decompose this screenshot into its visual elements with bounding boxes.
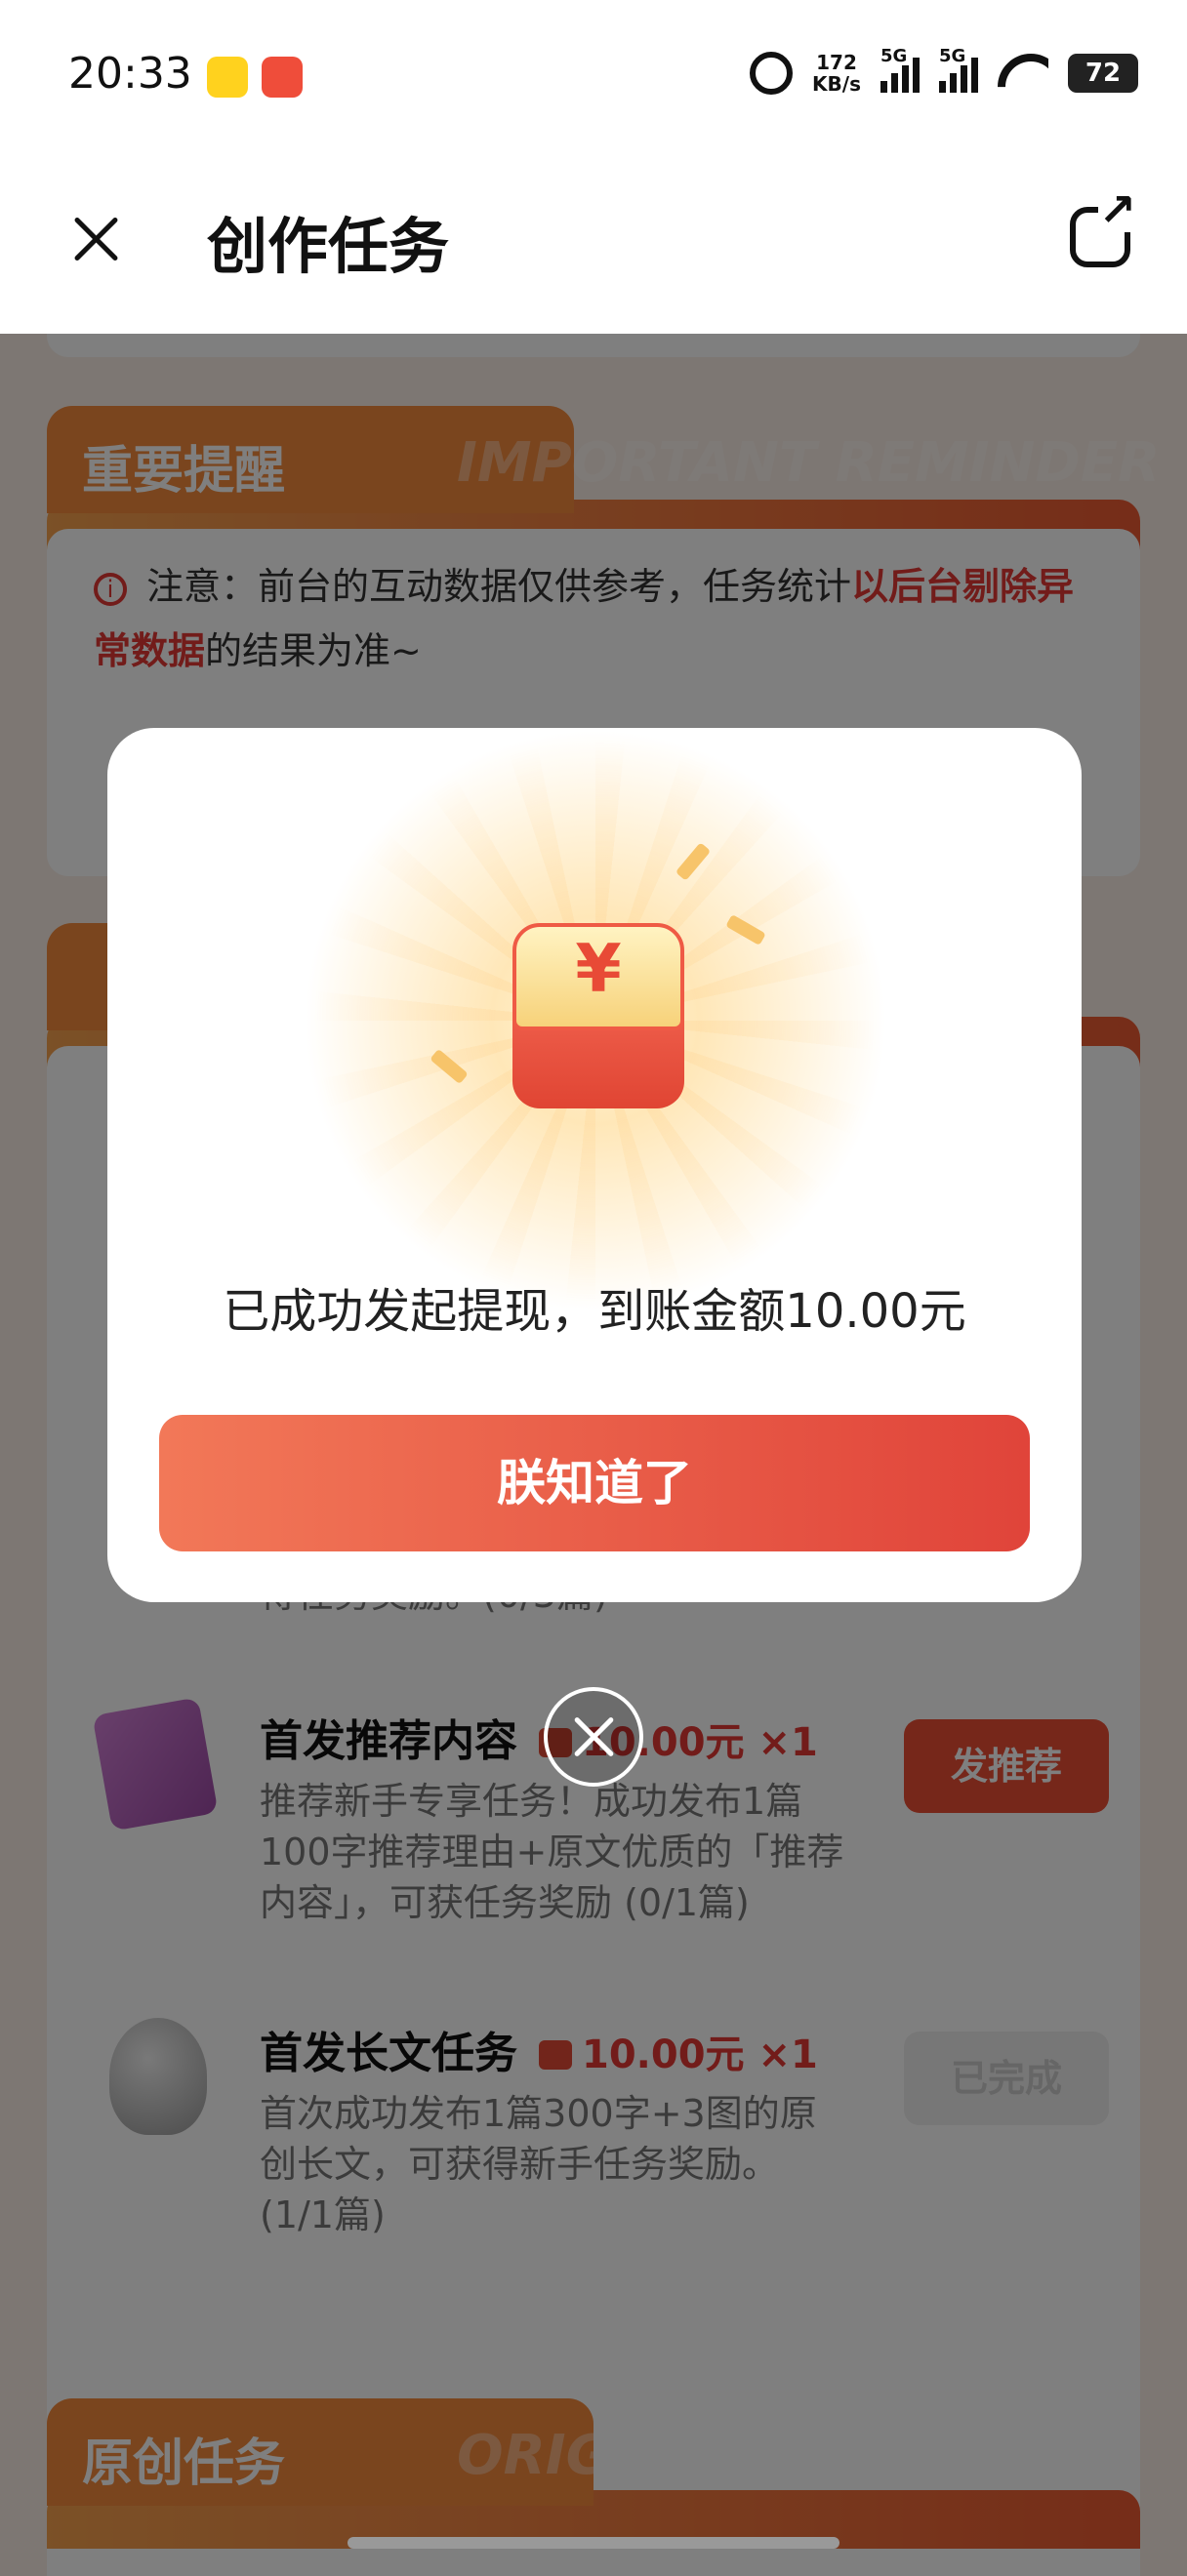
- withdraw-message: 已成功发起提现，到账金额10.00元: [223, 1284, 966, 1339]
- yen-symbol: ¥: [575, 931, 622, 1008]
- battery-icon: 72: [1068, 54, 1138, 93]
- close-icon[interactable]: [66, 210, 125, 268]
- withdraw-success-dialog: ¥ 已成功发起提现，到账金额10.00元 朕知道了: [107, 728, 1082, 1602]
- network-speed: 172 KB/s: [812, 52, 861, 95]
- network-speed-unit: KB/s: [812, 72, 861, 96]
- acknowledge-button[interactable]: 朕知道了: [159, 1415, 1030, 1551]
- wifi-icon: [998, 54, 1048, 93]
- app-header: 创作任务: [0, 156, 1187, 334]
- app-notification-icon: [262, 57, 303, 98]
- status-bar: 20:33 172 KB/s 5G 5G 72: [0, 0, 1187, 156]
- signal-label: 5G: [880, 46, 908, 66]
- status-time: 20:33: [68, 49, 192, 99]
- signal-label: 5G: [939, 46, 966, 66]
- share-icon[interactable]: [1070, 187, 1136, 267]
- page-title: 创作任务: [207, 211, 450, 282]
- app-notification-icon: [207, 57, 248, 98]
- status-icons: 172 KB/s 5G 5G 72: [750, 46, 1138, 98]
- alarm-icon: [750, 52, 794, 95]
- home-indicator[interactable]: [348, 2537, 839, 2549]
- red-packet-icon: ¥: [512, 923, 684, 1108]
- network-speed-value: 172: [816, 51, 857, 74]
- signal-icon: 5G: [939, 46, 978, 93]
- signal-icon: 5G: [880, 46, 920, 93]
- close-icon[interactable]: [544, 1687, 643, 1787]
